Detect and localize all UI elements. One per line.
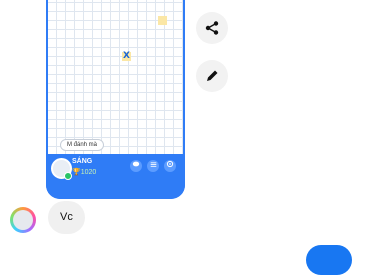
- game-card[interactable]: X M đánh mà SÁNG 🏆1020: [46, 0, 185, 199]
- chat-bubble: M đánh mà: [60, 139, 105, 151]
- online-status-icon: [64, 172, 72, 180]
- game-board[interactable]: X M đánh mà: [48, 0, 183, 154]
- x-mark: X: [122, 51, 131, 61]
- chat-icon[interactable]: [130, 160, 142, 172]
- highlight-cell: [158, 16, 167, 25]
- share-button[interactable]: [196, 12, 228, 44]
- sender-avatar[interactable]: [10, 207, 36, 233]
- share-icon: [205, 21, 219, 35]
- pencil-icon: [207, 70, 218, 81]
- blue-action-button[interactable]: [306, 245, 352, 275]
- player-name: SÁNG: [72, 158, 93, 165]
- edit-button[interactable]: [196, 60, 228, 92]
- player-score: 🏆1020: [72, 169, 97, 176]
- player-bar: SÁNG 🏆1020: [46, 154, 185, 199]
- settings-icon[interactable]: [164, 160, 176, 172]
- menu-icon[interactable]: [147, 160, 159, 172]
- message-bubble[interactable]: Vc: [48, 201, 85, 234]
